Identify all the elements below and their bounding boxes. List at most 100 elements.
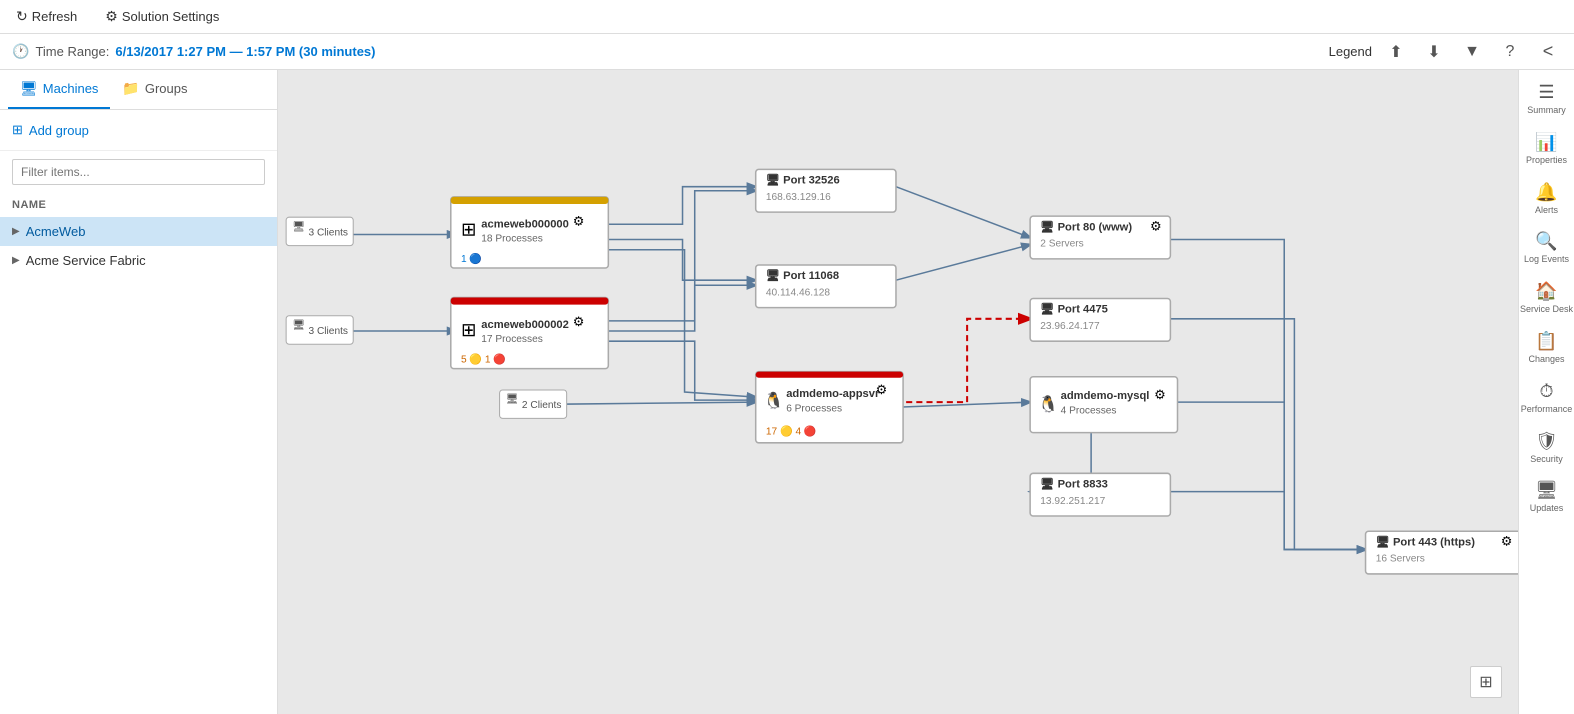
security-icon: 🛡: [1535, 431, 1558, 452]
mysql-settings-icon: ⚙: [1154, 387, 1166, 402]
solution-settings-label: Solution Settings: [122, 9, 220, 24]
port80-sub: 2 Servers: [1040, 239, 1083, 250]
add-group-icon: ⊞: [12, 122, 23, 138]
server-admdemo-appsvr[interactable]: admdemo-appsvr 6 Processes 🐧 ⚙ 17 🟡 4 🔴: [756, 372, 903, 443]
refresh-icon: ↻: [16, 8, 28, 25]
sidebar-item-acmeweb[interactable]: ▶ AcmeWeb: [0, 217, 277, 246]
clock-icon: 🕐: [12, 43, 29, 60]
service-desk-icon: 🏠: [1535, 281, 1557, 302]
client-1-label: 3 Clients: [308, 227, 348, 238]
edge-web2-appsvr: [608, 341, 755, 400]
mysql-os-icon: 🐧: [1038, 394, 1058, 413]
sidebar-list-header: NAME: [0, 193, 277, 217]
machine-acmeweb000002[interactable]: acmeweb000002 17 Processes ⊞ ⚙ 5 🟡 1 🔴: [451, 297, 609, 368]
edge-web0-port32526: [608, 187, 755, 225]
machine-acmeweb000000[interactable]: acmeweb000000 18 Processes ⊞ ⚙ 1 🔵: [451, 197, 609, 268]
machine-2-top-bar: [451, 297, 609, 304]
machine-2-os-icon: ⊞: [461, 319, 476, 340]
summary-icon: ☰: [1538, 82, 1554, 103]
groups-tab-icon: 📁: [122, 80, 139, 97]
sidebar-actions: ⊞ Add group: [0, 110, 277, 151]
client-box-1[interactable]: 🖥 3 Clients: [286, 217, 353, 245]
filter-button[interactable]: ▼: [1458, 38, 1486, 66]
summary-button[interactable]: ☰ Summary: [1519, 74, 1574, 124]
client-box-3[interactable]: 🖥 2 Clients: [500, 390, 567, 418]
service-desk-button[interactable]: 🏠 Service Desk: [1519, 273, 1574, 323]
refresh-button[interactable]: ↻ Refresh: [10, 4, 83, 29]
machine-0-processes: 18 Processes: [481, 234, 543, 245]
help-button[interactable]: ?: [1496, 38, 1524, 66]
expand-down-button[interactable]: ⬇: [1420, 38, 1448, 66]
machine-0-settings-icon: ⚙: [573, 213, 585, 228]
timebar-right: Legend ⬆ ⬇ ▼ ? <: [1329, 38, 1562, 66]
edge-appsvr-port4475-dashed: [896, 319, 1030, 402]
port-80-www[interactable]: 🖥 Port 80 (www) 2 Servers ⚙: [1030, 216, 1170, 259]
edge-port80-port443: [1160, 240, 1365, 550]
solution-settings-button[interactable]: ⚙ Solution Settings: [99, 4, 225, 29]
tab-machines[interactable]: 🖥 Machines: [8, 70, 110, 109]
port80-title: 🖥 Port 80 (www): [1040, 220, 1132, 233]
alerts-icon: 🔔: [1535, 182, 1557, 203]
machine-0-name: acmeweb000000: [481, 218, 569, 230]
filter-input[interactable]: [12, 159, 265, 185]
log-events-button[interactable]: 🔍 Log Events: [1519, 223, 1574, 273]
sidebar-item-acme-service-fabric[interactable]: ▶ Acme Service Fabric: [0, 246, 277, 275]
client-3-label: 2 Clients: [522, 400, 562, 411]
updates-button[interactable]: 🖥 Updates: [1519, 472, 1574, 522]
network-canvas[interactable]: 🖥 3 Clients 🖥 3 Clients 🖥 2 Clients acme…: [278, 70, 1518, 714]
tab-groups[interactable]: 📁 Groups: [110, 70, 199, 109]
sidebar-tabs: 🖥 Machines 📁 Groups: [0, 70, 277, 110]
changes-button[interactable]: 📋 Changes: [1519, 323, 1574, 373]
port443-sub: 16 Servers: [1376, 554, 1425, 565]
alerts-button[interactable]: 🔔 Alerts: [1519, 174, 1574, 224]
edge-port8833-port443: [1160, 492, 1365, 550]
mysql-processes: 4 Processes: [1061, 405, 1117, 416]
machine-2-processes: 17 Processes: [481, 334, 543, 345]
port-11068[interactable]: 🖥 Port 11068 40.114.46.128: [756, 265, 896, 308]
expand-up-button[interactable]: ⬆: [1382, 38, 1410, 66]
port443-title: 🖥 Port 443 (https): [1376, 535, 1476, 548]
port-32526[interactable]: 🖥 Port 32526 168.63.129.16: [756, 169, 896, 212]
server-admdemo-mysql[interactable]: admdemo-mysql 4 Processes 🐧 ⚙: [1030, 377, 1177, 433]
port-4475[interactable]: 🖥 Port 4475 23.96.24.177: [1030, 298, 1170, 341]
main-layout: 🖥 Machines 📁 Groups ⊞ Add group NAME ▶ A…: [0, 70, 1574, 714]
log-events-label: Log Events: [1524, 254, 1569, 265]
client-box-2[interactable]: 🖥 3 Clients: [286, 316, 353, 344]
performance-button[interactable]: ⏱ Performance: [1519, 373, 1574, 423]
time-range-label: Time Range:: [35, 44, 109, 59]
performance-label: Performance: [1521, 404, 1573, 415]
log-events-icon: 🔍: [1535, 231, 1557, 252]
add-group-button[interactable]: ⊞ Add group: [12, 120, 89, 140]
performance-icon: ⏱: [1539, 381, 1553, 402]
appsvr-top-bar: [756, 372, 903, 378]
port4475-title: 🖥 Port 4475: [1040, 303, 1108, 316]
port11068-sub: 40.114.46.128: [766, 287, 831, 298]
edge-web0-port11068: [608, 240, 755, 281]
port4475-sub: 23.96.24.177: [1040, 321, 1100, 332]
machines-tab-label: Machines: [43, 81, 99, 96]
edge-port32526-port80: [896, 187, 1030, 238]
chevron-down-icon: ▶: [12, 226, 20, 237]
collapse-button[interactable]: <: [1534, 38, 1562, 66]
fit-to-screen-button[interactable]: ⊞: [1470, 666, 1502, 698]
security-button[interactable]: 🛡 Security: [1519, 423, 1574, 473]
port32526-title: 🖥 Port 32526: [766, 174, 840, 187]
chevron-right-icon: ▶: [12, 255, 20, 266]
port8833-sub: 13.92.251.217: [1040, 496, 1105, 507]
sidebar-filter: [0, 151, 277, 193]
machine-0-badge: 1 🔵: [461, 252, 482, 265]
port-8833[interactable]: 🖥 Port 8833 13.92.251.217: [1030, 473, 1170, 516]
groups-tab-label: Groups: [145, 81, 188, 96]
machines-tab-icon: 🖥: [20, 80, 38, 97]
refresh-label: Refresh: [32, 9, 78, 24]
edge-clients3-appsvr: [560, 402, 756, 404]
updates-label: Updates: [1530, 503, 1564, 514]
port8833-title: 🖥 Port 8833: [1040, 478, 1108, 491]
mysql-name: admdemo-mysql: [1061, 390, 1150, 402]
settings-icon: ⚙: [105, 8, 118, 25]
legend-label: Legend: [1329, 44, 1372, 59]
properties-icon: 📊: [1535, 132, 1557, 153]
security-label: Security: [1530, 454, 1563, 465]
port-443-https[interactable]: 🖥 Port 443 (https) 16 Servers ⚙: [1366, 531, 1518, 574]
properties-button[interactable]: 📊 Properties: [1519, 124, 1574, 174]
